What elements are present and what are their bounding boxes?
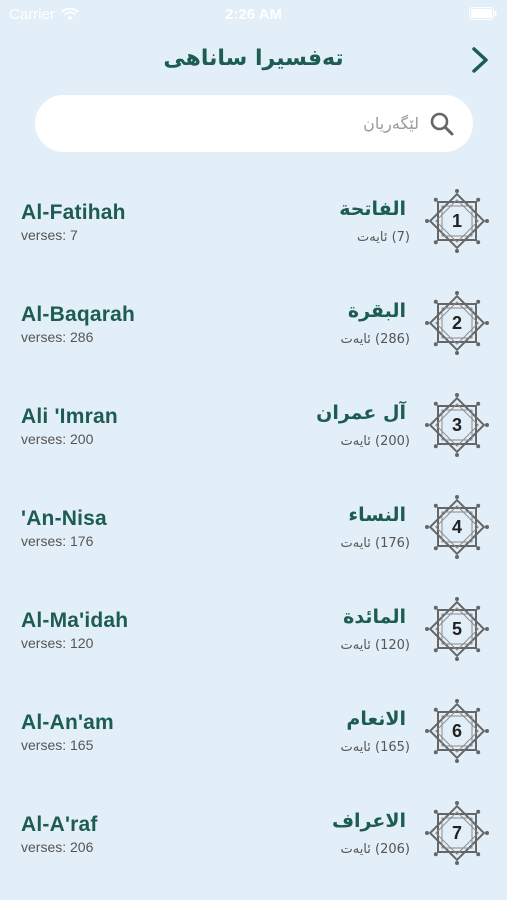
surah-arabic-verse-count: (286) ئایەت: [340, 332, 410, 347]
surah-arabic-name: آل عمران: [316, 402, 406, 424]
surah-row[interactable]: Al-Ma'idah verses: 120 المائدة (120) ئای…: [0, 578, 507, 680]
back-button[interactable]: [467, 44, 493, 76]
surah-arabic-name: الفاتحة: [339, 198, 406, 220]
status-bar: Carrier 2:26 AM: [0, 0, 507, 28]
surah-arabic-verse-count: (120) ئایەت: [340, 638, 410, 653]
surah-list: Al-Fatihah verses: 7 الفاتحة (7) ئایەت 1…: [0, 170, 507, 884]
surah-english-verse-count: verses: 165: [21, 737, 94, 753]
surah-arabic-verse-count: (206) ئایەت: [340, 842, 410, 857]
surah-number: 4: [451, 516, 462, 537]
navigation-bar: تەفسیرا ساناهی: [0, 38, 507, 82]
surah-row[interactable]: Al-Baqarah verses: 286 البقرة (286) ئایە…: [0, 272, 507, 374]
surah-number: 7: [451, 822, 462, 843]
surah-number-badge: 3: [424, 392, 490, 458]
surah-number-badge: 7: [424, 800, 490, 866]
surah-english-name: Al-Baqarah: [21, 303, 136, 326]
search-input[interactable]: [97, 102, 421, 145]
surah-number-badge: 1: [424, 188, 490, 254]
surah-english-verse-count: verses: 7: [21, 227, 78, 243]
surah-english-name: Al-Ma'idah: [21, 609, 129, 632]
surah-number: 3: [451, 414, 462, 435]
surah-arabic-name: البقرة: [347, 300, 406, 322]
surah-number-badge: 4: [424, 494, 490, 560]
search-bar[interactable]: [35, 95, 473, 152]
surah-number-badge: 2: [424, 290, 490, 356]
surah-row[interactable]: 'An-Nisa verses: 176 النساء (176) ئایەت: [0, 476, 507, 578]
surah-arabic-verse-count: (200) ئایەت: [340, 434, 410, 449]
surah-arabic-verse-count: (7) ئایەت: [357, 230, 410, 245]
surah-number-badge: 6: [424, 698, 490, 764]
surah-english-name: Al-Fatihah: [21, 201, 126, 224]
surah-english-verse-count: verses: 206: [21, 839, 94, 855]
surah-row[interactable]: Al-Fatihah verses: 7 الفاتحة (7) ئایەت 1: [0, 170, 507, 272]
surah-english-name: Al-A'raf: [21, 813, 98, 836]
surah-arabic-name: المائدة: [343, 606, 406, 628]
surah-number: 5: [451, 618, 462, 639]
surah-row[interactable]: Al-A'raf verses: 206 الاعراف (206) ئایەت: [0, 782, 507, 884]
surah-english-verse-count: verses: 200: [21, 431, 94, 447]
surah-arabic-name: الانعام: [346, 708, 406, 730]
clock: 2:26 AM: [225, 6, 282, 23]
surah-number: 1: [451, 210, 462, 231]
surah-row[interactable]: Ali 'Imran verses: 200 آل عمران (200) ئا…: [0, 374, 507, 476]
surah-number: 6: [451, 720, 462, 741]
surah-arabic-verse-count: (165) ئایەت: [340, 740, 410, 755]
surah-english-name: Ali 'Imran: [21, 405, 118, 428]
battery-icon: [469, 7, 497, 24]
surah-english-name: 'An-Nisa: [21, 507, 107, 530]
surah-english-verse-count: verses: 120: [21, 635, 94, 651]
surah-row[interactable]: Al-An'am verses: 165 الانعام (165) ئایەت: [0, 680, 507, 782]
chevron-right-icon: [472, 47, 488, 73]
page-title: تەفسیرا ساناهی: [163, 46, 344, 71]
surah-arabic-name: الاعراف: [331, 810, 406, 832]
surah-arabic-verse-count: (176) ئایەت: [340, 536, 410, 551]
surah-english-verse-count: verses: 176: [21, 533, 94, 549]
surah-arabic-name: النساء: [348, 504, 406, 526]
surah-english-verse-count: verses: 286: [21, 329, 94, 345]
surah-number: 2: [451, 312, 462, 333]
surah-number-badge: 5: [424, 596, 490, 662]
search-icon: [430, 112, 454, 135]
surah-english-name: Al-An'am: [21, 711, 114, 734]
